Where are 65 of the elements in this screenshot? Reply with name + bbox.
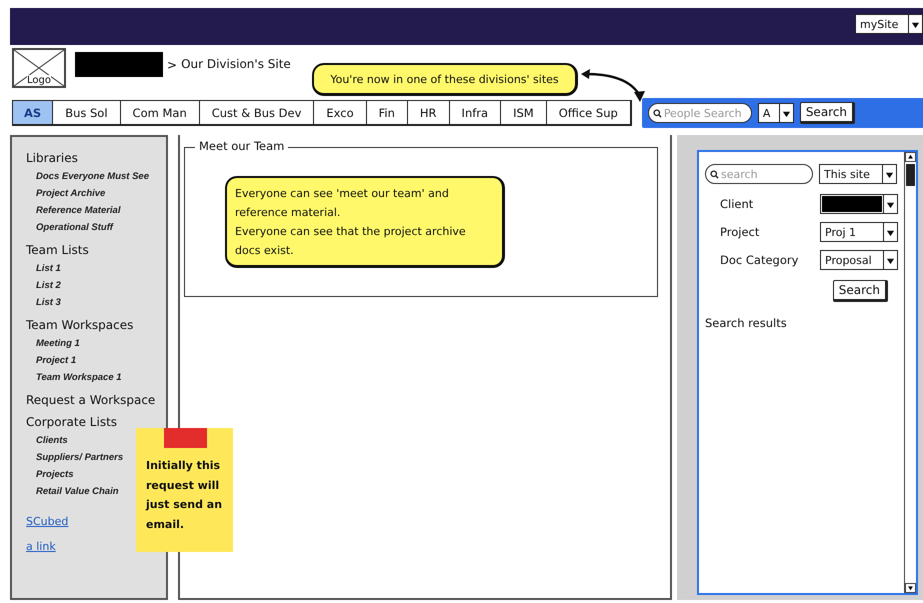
breadcrumb-separator: > — [167, 58, 178, 72]
sidebar-item[interactable]: Suppliers/ Partners — [36, 452, 124, 463]
division-tab[interactable]: Fin — [366, 101, 407, 124]
caret-icon — [886, 256, 895, 264]
caret-icon — [886, 200, 895, 208]
sidebar-item[interactable]: Team Workspace 1 — [36, 372, 122, 383]
division-tab[interactable]: Bus Sol — [52, 101, 120, 124]
division-tab[interactable]: HR — [406, 101, 449, 124]
dropdown[interactable]: Proj 1 — [820, 222, 898, 242]
results-label: Search results — [705, 316, 788, 330]
division-tab[interactable]: Infra — [448, 101, 500, 124]
sidebar-item[interactable]: Projects — [36, 469, 74, 480]
logo-label: Logo — [27, 75, 51, 86]
sidebar-item[interactable]: Project Archive — [36, 188, 106, 199]
division-tab[interactable]: Com Man — [120, 101, 199, 124]
sidebar-item[interactable]: Retail Value Chain — [36, 486, 119, 497]
scroll-up-icon[interactable] — [906, 153, 915, 161]
sidebar-heading[interactable]: Corporate Lists — [26, 415, 118, 429]
sidebar-item[interactable]: Docs Everyone Must See — [36, 171, 149, 182]
caret-icon — [886, 228, 895, 236]
search-field[interactable]: People Search — [648, 103, 752, 123]
sidebar-item[interactable]: Project 1 — [36, 355, 76, 366]
tape-strip — [164, 428, 207, 448]
dropdown[interactable] — [820, 194, 898, 214]
search-button[interactable]: Search — [800, 102, 856, 124]
caret-icon — [911, 20, 920, 28]
link[interactable]: SCubed — [26, 515, 68, 528]
sidebar-item[interactable]: Meeting 1 — [36, 338, 80, 349]
filter-label: Doc Category — [720, 253, 798, 267]
division-tab[interactable]: Exco — [313, 101, 366, 124]
link[interactable]: a link — [26, 540, 56, 553]
sidebar-item[interactable]: List 1 — [36, 263, 61, 274]
sidebar-item[interactable]: Clients — [36, 435, 68, 446]
division-tab[interactable]: Cust & Bus Dev — [198, 101, 314, 124]
scrollbar[interactable] — [904, 152, 916, 593]
sidebar-item[interactable]: List 3 — [36, 297, 61, 308]
search-field[interactable]: search — [705, 164, 813, 184]
caret-icon — [885, 170, 894, 178]
callout-note: Everyone can see 'meet our team' and reference material. Everyone can see that the project archive docs exist. — [225, 176, 505, 268]
search-icon — [652, 109, 662, 118]
search-button[interactable]: Search — [832, 280, 888, 302]
note-text: Initially this request will just send an email. — [146, 458, 224, 532]
sidebar-heading[interactable]: Libraries — [26, 151, 78, 165]
caret-icon — [782, 108, 791, 118]
filter-label: Client — [720, 197, 754, 211]
group-title: Meet our Team — [195, 139, 288, 153]
dropdown[interactable]: A — [758, 103, 794, 123]
sidebar-item[interactable]: Reference Material — [36, 205, 120, 216]
filter-label: Project — [720, 225, 760, 239]
callout-note: You're now in one of these divisions' sites — [312, 63, 578, 96]
division-tab[interactable]: ISM — [500, 101, 546, 124]
sidebar-heading[interactable]: Team Lists — [26, 243, 89, 257]
dropdown[interactable]: mySite — [855, 14, 923, 34]
scroll-thumb[interactable] — [906, 164, 915, 186]
sidebar-item[interactable]: List 2 — [36, 280, 61, 291]
dropdown[interactable]: Proposal — [820, 250, 898, 270]
sidebar-item[interactable]: Operational Stuff — [36, 222, 113, 233]
search-icon — [710, 170, 719, 179]
site-title: Our Division's Site — [181, 57, 291, 71]
sidebar-heading[interactable]: Team Workspaces — [26, 318, 134, 332]
sidebar-heading[interactable]: Request a Workspace — [26, 393, 156, 407]
division-tab[interactable]: Office Sup — [546, 101, 630, 124]
dropdown[interactable]: This site — [819, 164, 897, 184]
division-tab[interactable]: AS — [13, 101, 52, 124]
scroll-down-icon[interactable] — [906, 584, 915, 592]
